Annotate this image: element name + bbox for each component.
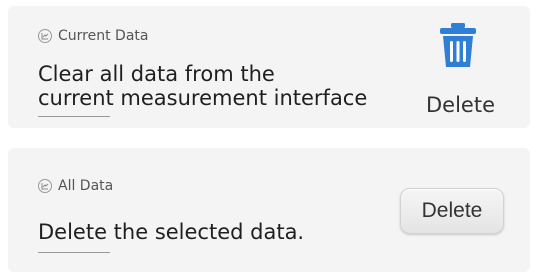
- all-data-tag: All Data: [38, 178, 113, 194]
- current-data-tag-label: Current Data: [58, 28, 149, 44]
- delete-all-data-button[interactable]: Delete: [400, 188, 504, 234]
- chart-icon: [38, 29, 52, 43]
- delete-current-data-button[interactable]: Delete: [426, 93, 495, 117]
- chart-icon: [38, 179, 52, 193]
- trash-icon[interactable]: [438, 22, 478, 68]
- current-data-tag: Current Data: [38, 28, 148, 44]
- all-data-divider: [38, 252, 110, 253]
- current-data-card: Current Data Clear all data from the cur…: [8, 6, 530, 128]
- all-data-tag-label: All Data: [58, 178, 114, 194]
- current-data-description: Clear all data from the current measurem…: [38, 62, 368, 110]
- all-data-description: Delete the selected data.: [38, 220, 305, 244]
- all-data-card: All Data Delete the selected data. Delet…: [8, 148, 530, 272]
- current-data-divider: [38, 116, 110, 117]
